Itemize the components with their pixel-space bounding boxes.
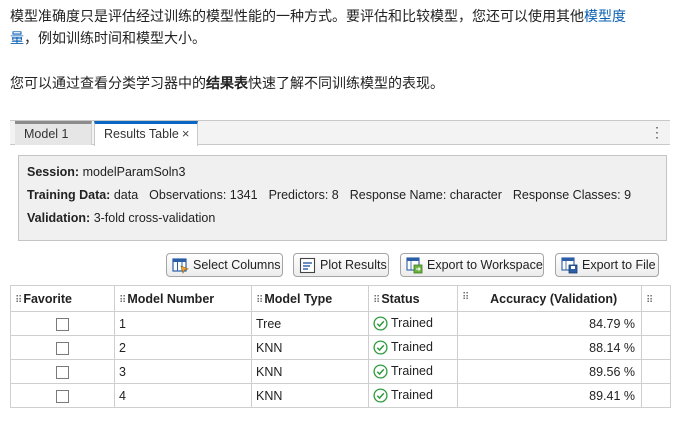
- status-cell: Trained: [368, 359, 458, 384]
- select-columns-button[interactable]: Select Columns: [166, 253, 283, 277]
- model-type-cell: Tree: [251, 311, 369, 336]
- status-cell: Trained: [368, 311, 458, 336]
- export-file-icon: [561, 257, 578, 274]
- status-text: Trained: [391, 315, 433, 330]
- doc-paragraph-2-pre: 您可以通过查看分类学习器中的: [10, 76, 206, 92]
- tab-bar: Model 1 Results Table × ⋮: [10, 121, 670, 146]
- check-circle-icon: [373, 364, 388, 379]
- drag-handle-icon[interactable]: ⠿: [462, 292, 469, 303]
- drag-handle-icon[interactable]: ⠿: [15, 295, 22, 306]
- favorite-checkbox[interactable]: [56, 365, 69, 379]
- status-text: Trained: [391, 363, 433, 378]
- accuracy-cell: 89.56 %: [457, 359, 642, 384]
- column-header-extra[interactable]: ⠿: [641, 285, 671, 312]
- validation-value: 3-fold cross-validation: [93, 211, 216, 225]
- doc-paragraph-1: 模型准确度只是评估经过训练的模型性能的一种方式。要评估和比较模型，您还可以使用其…: [10, 6, 680, 50]
- column-header-accuracy[interactable]: ⠿ Accuracy (Validation): [457, 285, 642, 312]
- check-circle-icon: [373, 316, 388, 331]
- training-data-value: data: [113, 188, 139, 202]
- model-type-cell: KNN: [251, 359, 369, 384]
- session-info-panel: Session: modelParamSoln3 Training Data: …: [18, 155, 667, 241]
- classification-learner-panel: Model 1 Results Table × ⋮ Session: modelP…: [10, 120, 671, 410]
- favorite-checkbox[interactable]: [56, 389, 69, 403]
- column-header-status[interactable]: ⠿ Status: [368, 285, 458, 312]
- doc-paragraph-2-post: 快速了解不同训练模型的表现。: [248, 76, 444, 92]
- table-header-row: ⠿ Favorite ⠿ Model Number ⠿ Model Type ⠿ Sta…: [10, 285, 671, 312]
- column-header-model-type[interactable]: ⠿ Model Type: [251, 285, 369, 312]
- doc-paragraph-1-text: 模型准确度只是评估经过训练的模型性能的一种方式。要评估和比较模型，您还可以使用其…: [10, 9, 584, 25]
- accuracy-cell: 84.79 %: [457, 311, 642, 336]
- export-workspace-icon: [406, 257, 423, 274]
- status-text: Trained: [391, 387, 433, 402]
- validation-line: Validation: 3-fold cross-validation: [27, 211, 215, 225]
- model-type-cell: KNN: [251, 335, 369, 360]
- export-to-workspace-button[interactable]: Export to Workspace: [400, 253, 544, 277]
- validation-label: Validation:: [27, 211, 91, 225]
- drag-handle-icon[interactable]: ⠿: [373, 295, 380, 306]
- response-name-text: Response Name: character: [349, 188, 502, 202]
- column-header-favorite[interactable]: ⠿ Favorite: [10, 285, 115, 312]
- more-options-icon[interactable]: ⋮: [650, 121, 664, 143]
- column-header-model-number[interactable]: ⠿ Model Number: [114, 285, 252, 312]
- model-number-cell: 3: [114, 359, 252, 384]
- model-number-cell: 1: [114, 311, 252, 336]
- predictors-text: Predictors: 8: [268, 188, 339, 202]
- table-row[interactable]: 3 KNN Trained 89.56 %: [10, 359, 671, 384]
- training-data-label: Training Data:: [27, 188, 111, 202]
- favorite-checkbox[interactable]: [56, 317, 69, 331]
- session-value: modelParamSoln3: [82, 165, 186, 179]
- favorite-cell: [10, 359, 115, 384]
- observations-text: Observations: 1341: [149, 188, 258, 202]
- accuracy-cell: 88.14 %: [457, 335, 642, 360]
- tab-model-1-label: Model 1: [24, 127, 69, 141]
- select-columns-label: Select Columns: [193, 258, 281, 272]
- table-row[interactable]: 2 KNN Trained 88.14 %: [10, 335, 671, 360]
- model-type-cell: KNN: [251, 383, 369, 408]
- model-metrics-link[interactable]: 模型度: [584, 9, 626, 25]
- training-data-line: Training Data: data Observations: 1341 Pre…: [27, 188, 631, 202]
- results-table: ⠿ Favorite ⠿ Model Number ⠿ Model Type ⠿ Sta…: [10, 285, 671, 408]
- extra-cell: [641, 383, 671, 408]
- favorite-cell: [10, 335, 115, 360]
- extra-cell: [641, 359, 671, 384]
- tab-model-1[interactable]: Model 1: [15, 121, 92, 145]
- plot-results-icon: [299, 257, 316, 274]
- tab-results-table[interactable]: Results Table ×: [94, 121, 198, 146]
- table-row[interactable]: 4 KNN Trained 89.41 %: [10, 383, 671, 408]
- status-cell: Trained: [368, 383, 458, 408]
- plot-results-label: Plot Results: [320, 258, 387, 272]
- drag-handle-icon[interactable]: ⠿: [119, 295, 126, 306]
- favorite-checkbox[interactable]: [56, 341, 69, 355]
- export-to-file-button[interactable]: Export to File: [555, 253, 659, 277]
- table-row[interactable]: 1 Tree Trained 84.79 %: [10, 311, 671, 336]
- extra-cell: [641, 311, 671, 336]
- drag-handle-icon[interactable]: ⠿: [646, 295, 653, 306]
- response-classes-text: Response Classes: 9: [512, 188, 632, 202]
- export-to-workspace-label: Export to Workspace: [427, 258, 543, 272]
- session-line: Session: modelParamSoln3: [27, 165, 185, 179]
- check-circle-icon: [373, 340, 388, 355]
- check-circle-icon: [373, 388, 388, 403]
- select-columns-icon: [172, 258, 189, 274]
- accuracy-cell: 89.41 %: [457, 383, 642, 408]
- export-to-file-label: Export to File: [582, 258, 656, 272]
- favorite-cell: [10, 383, 115, 408]
- status-text: Trained: [391, 339, 433, 354]
- results-toolbar: Select Columns Plot Results Export to Wo…: [10, 253, 670, 279]
- model-number-cell: 4: [114, 383, 252, 408]
- drag-handle-icon[interactable]: ⠿: [256, 295, 263, 306]
- status-cell: Trained: [368, 335, 458, 360]
- plot-results-button[interactable]: Plot Results: [293, 253, 389, 277]
- doc-paragraph-2: 您可以通过查看分类学习器中的结果表快速了解不同训练模型的表现。: [10, 73, 680, 95]
- favorite-cell: [10, 311, 115, 336]
- results-table-term: 结果表: [206, 76, 248, 92]
- extra-cell: [641, 335, 671, 360]
- close-icon[interactable]: ×: [182, 126, 190, 141]
- session-label: Session:: [27, 165, 80, 179]
- model-number-cell: 2: [114, 335, 252, 360]
- model-metrics-link-cont[interactable]: 量: [10, 31, 24, 47]
- tab-results-table-label: Results Table: [104, 127, 179, 141]
- doc-paragraph-1-tail: ，例如训练时间和模型大小。: [24, 31, 206, 47]
